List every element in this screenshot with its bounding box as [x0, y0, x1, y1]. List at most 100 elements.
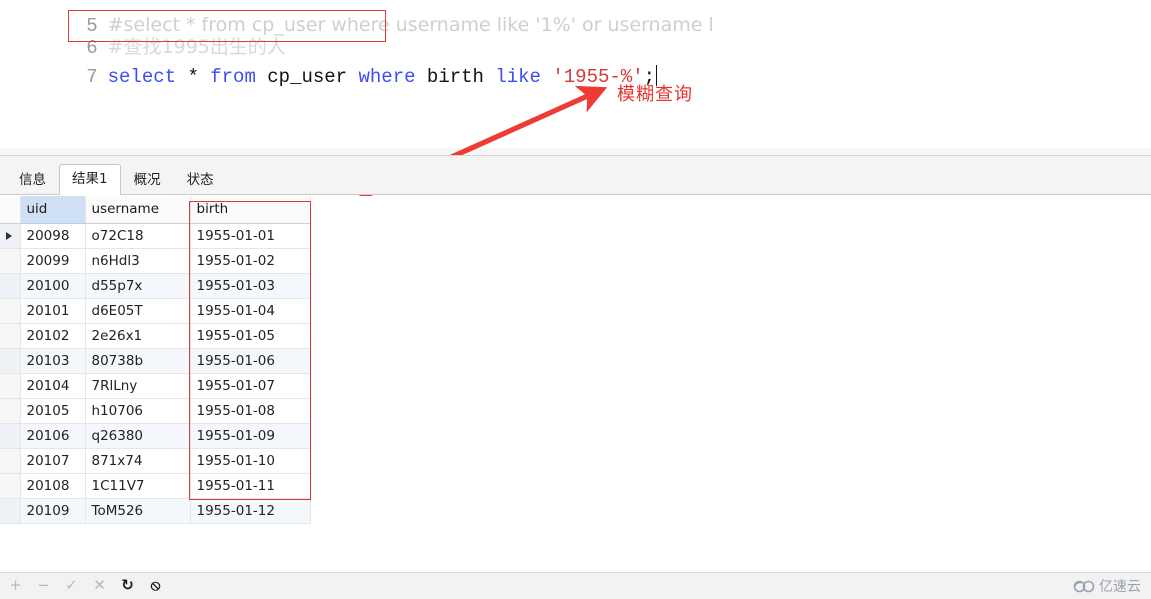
- table-row[interactable]: 20098 o72C18 1955-01-01: [0, 223, 311, 249]
- cell-birth[interactable]: 1955-01-03: [190, 273, 311, 299]
- table-row[interactable]: 20107 871x74 1955-01-10: [0, 448, 311, 474]
- cell-uid[interactable]: 20102: [20, 323, 86, 349]
- cell-uid[interactable]: 20101: [20, 298, 86, 324]
- cell-username[interactable]: d55p7x: [85, 273, 191, 299]
- watermark-text: 亿速云: [1099, 579, 1141, 595]
- row-marker-cell[interactable]: [0, 273, 21, 299]
- table-row[interactable]: 20104 7RlLny 1955-01-07: [0, 373, 311, 399]
- cell-birth[interactable]: 1955-01-12: [190, 498, 311, 524]
- column-header-birth[interactable]: birth: [190, 196, 311, 224]
- table-body: 20098 o72C18 1955-01-01 20099 n6Hdl3 195…: [0, 223, 311, 524]
- tab-profile[interactable]: 概况: [121, 166, 174, 195]
- table-row[interactable]: 20108 1C11V7 1955-01-11: [0, 473, 311, 499]
- cell-uid[interactable]: 20107: [20, 448, 86, 474]
- table-header: uid username birth: [0, 196, 311, 224]
- cell-username[interactable]: h10706: [85, 398, 191, 424]
- cell-birth[interactable]: 1955-01-06: [190, 348, 311, 374]
- row-marker-cell[interactable]: [0, 423, 21, 449]
- cell-birth[interactable]: 1955-01-07: [190, 373, 311, 399]
- cell-uid[interactable]: 20108: [20, 473, 86, 499]
- cell-username[interactable]: ToM526: [85, 498, 191, 524]
- column-header-username[interactable]: username: [85, 196, 191, 224]
- result-tabstrip: 信息 结果1 概况 状态: [0, 155, 1151, 195]
- row-marker-cell[interactable]: [0, 473, 21, 499]
- sql-star: *: [187, 66, 199, 88]
- cell-username[interactable]: 7RlLny: [85, 373, 191, 399]
- sql-space-7: [541, 66, 552, 88]
- cell-birth[interactable]: 1955-01-02: [190, 248, 311, 274]
- sql-table-name: cp_user: [267, 66, 348, 88]
- row-marker-cell[interactable]: [0, 448, 21, 474]
- grid-toolbar: + − ✓ ✕ ↻ ⦸: [0, 572, 1151, 599]
- cell-username[interactable]: o72C18: [85, 223, 191, 249]
- cell-username[interactable]: 871x74: [85, 448, 191, 474]
- result-table: uid username birth 20098 o72C18 1955-01-…: [0, 196, 311, 524]
- row-marker-cell[interactable]: [0, 373, 21, 399]
- cell-username[interactable]: 1C11V7: [85, 473, 191, 499]
- row-marker-cell[interactable]: [0, 498, 21, 524]
- cell-username[interactable]: 2e26x1: [85, 323, 191, 349]
- table-row[interactable]: 20099 n6Hdl3 1955-01-02: [0, 248, 311, 274]
- editor-bottom-divider: [0, 148, 1151, 155]
- cell-birth[interactable]: 1955-01-09: [190, 423, 311, 449]
- cell-username[interactable]: n6Hdl3: [85, 248, 191, 274]
- row-marker-cell[interactable]: [0, 398, 21, 424]
- sql-space-2: [199, 66, 210, 88]
- table-row[interactable]: 20101 d6E05T 1955-01-04: [0, 298, 311, 324]
- grid-toolbar-icons: + − ✓ ✕ ↻ ⦸: [8, 576, 163, 594]
- refresh-icon[interactable]: ↻: [120, 576, 135, 594]
- stop-icon[interactable]: ⦸: [148, 576, 163, 594]
- table-row[interactable]: 20102 2e26x1 1955-01-05: [0, 323, 311, 349]
- cell-username[interactable]: q26380: [85, 423, 191, 449]
- tab-info[interactable]: 信息: [6, 166, 59, 195]
- sql-column-name: birth: [426, 66, 484, 88]
- remove-record-icon[interactable]: −: [36, 576, 51, 594]
- tab-result1[interactable]: 结果1: [59, 164, 121, 195]
- cell-birth[interactable]: 1955-01-04: [190, 298, 311, 324]
- cancel-change-icon[interactable]: ✕: [92, 576, 107, 594]
- table-row[interactable]: 20109 ToM526 1955-01-12: [0, 498, 311, 524]
- tab-list: 信息 结果1 概况 状态: [6, 164, 227, 195]
- sql-editor[interactable]: 5 #select * from cp_user where username l…: [0, 0, 1151, 155]
- cell-uid[interactable]: 20098: [20, 223, 86, 249]
- code-line-6[interactable]: 6 #查找1995出生的人: [0, 8, 286, 59]
- cell-uid[interactable]: 20103: [20, 348, 86, 374]
- cell-uid[interactable]: 20099: [20, 248, 86, 274]
- row-marker-header: [0, 196, 21, 224]
- code-line-7[interactable]: 7 select * from cp_user where birth like …: [0, 38, 657, 88]
- cell-uid[interactable]: 20104: [20, 373, 86, 399]
- sql-keyword-where: where: [358, 66, 416, 88]
- table-row[interactable]: 20105 h10706 1955-01-08: [0, 398, 311, 424]
- table-row[interactable]: 20103 80738b 1955-01-06: [0, 348, 311, 374]
- row-marker-cell[interactable]: [0, 348, 21, 374]
- table-row[interactable]: 20106 q26380 1955-01-09: [0, 423, 311, 449]
- cell-birth[interactable]: 1955-01-05: [190, 323, 311, 349]
- cell-uid[interactable]: 20105: [20, 398, 86, 424]
- cell-uid[interactable]: 20106: [20, 423, 86, 449]
- watermark: 亿速云: [1073, 576, 1141, 596]
- cell-birth[interactable]: 1955-01-01: [190, 223, 311, 249]
- header-row: uid username birth: [0, 196, 311, 224]
- cell-username[interactable]: d6E05T: [85, 298, 191, 324]
- sql-space-6: [484, 66, 495, 88]
- apply-change-icon[interactable]: ✓: [64, 576, 79, 594]
- row-marker-cell[interactable]: [0, 323, 21, 349]
- line-number-7: 7: [86, 66, 98, 88]
- column-header-uid[interactable]: uid: [20, 196, 86, 224]
- row-marker-cell[interactable]: [0, 223, 21, 249]
- cell-username[interactable]: 80738b: [85, 348, 191, 374]
- sql-space-4: [347, 66, 358, 88]
- table-row[interactable]: 20100 d55p7x 1955-01-03: [0, 273, 311, 299]
- row-marker-cell[interactable]: [0, 298, 21, 324]
- sql-keyword-from: from: [210, 66, 256, 88]
- cell-birth[interactable]: 1955-01-10: [190, 448, 311, 474]
- cell-uid[interactable]: 20109: [20, 498, 86, 524]
- cell-birth[interactable]: 1955-01-11: [190, 473, 311, 499]
- result-grid[interactable]: uid username birth 20098 o72C18 1955-01-…: [0, 196, 1151, 564]
- tab-status[interactable]: 状态: [174, 166, 227, 195]
- cell-uid[interactable]: 20100: [20, 273, 86, 299]
- add-record-icon[interactable]: +: [8, 576, 23, 594]
- cell-birth[interactable]: 1955-01-08: [190, 398, 311, 424]
- sql-keyword-select: select: [107, 66, 177, 88]
- row-marker-cell[interactable]: [0, 248, 21, 274]
